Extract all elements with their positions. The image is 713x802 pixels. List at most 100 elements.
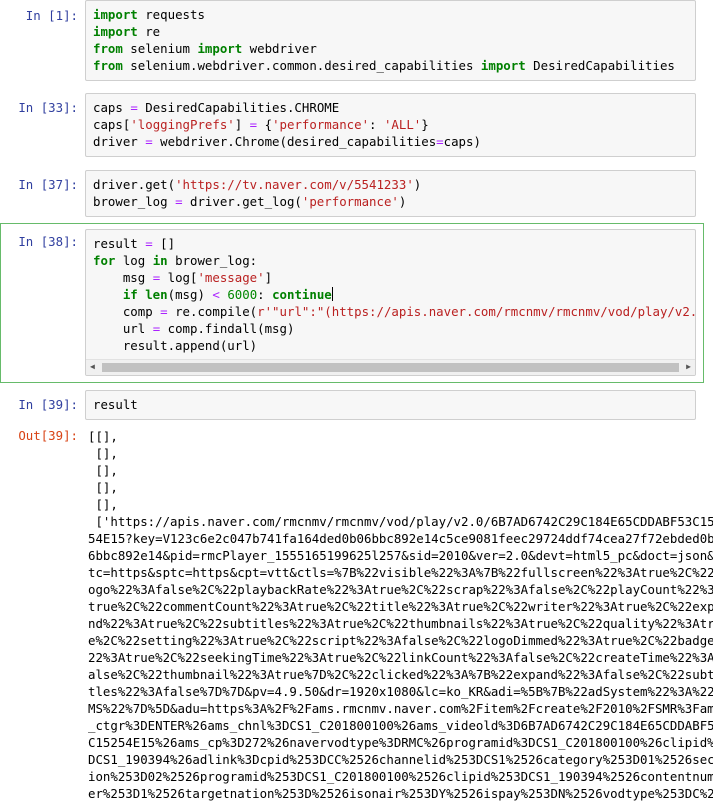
code-token: result [93, 397, 138, 412]
code-token: webdriver [242, 41, 317, 56]
code-token: selenium.webdriver.common.desired_capabi… [122, 58, 481, 73]
output-line: true%2C%22commentCount%22%3Atrue%2C%22ti… [88, 599, 713, 614]
output-line: [], [88, 497, 118, 512]
input-prompt: In [37]: [18, 177, 78, 192]
code-token: : [257, 287, 273, 302]
code-token: driver.get( [93, 177, 176, 192]
code-editor[interactable]: result [85, 390, 696, 420]
cell-output: [[], [], [], [], [], ['https://apis.nave… [88, 428, 713, 802]
code-token: 'performance' [272, 117, 370, 132]
output-line: ['https://apis.naver.com/rmcnmv/rmcnmv/v… [88, 514, 713, 529]
code-line: brower_log = driver.get_log('performance… [93, 193, 695, 210]
code-token: comp.findall(msg) [160, 321, 295, 336]
output-line: 22%3Atrue%2C%22seekingTime%22%3Atrue%2C%… [88, 650, 713, 665]
code-token: ) [398, 194, 407, 209]
code-token: r'"url":"(https://apis.naver.com/rmcnmv/… [257, 304, 696, 319]
output-line: nd%22%3Atrue%2C%22subtitles%22%3Atrue%2C… [88, 616, 713, 631]
code-line: result [93, 396, 695, 413]
code-token: [] [152, 236, 176, 251]
code-token: 6000 [227, 287, 258, 302]
code-token: import [480, 58, 526, 73]
code-line: import requests [93, 6, 695, 23]
code-token: for [93, 253, 116, 268]
code-token: comp [93, 304, 161, 319]
scroll-right-arrow-icon[interactable]: ▶ [686, 362, 691, 372]
code-token: from [93, 58, 123, 73]
code-line: from selenium.webdriver.common.desired_c… [93, 57, 695, 74]
code-line: driver = webdriver.Chrome(desired_capabi… [93, 133, 695, 150]
code-token: log [115, 253, 153, 268]
code-text[interactable]: result [86, 391, 695, 413]
scroll-left-arrow-icon[interactable]: ◀ [90, 362, 95, 372]
code-token: driver.get_log( [182, 194, 302, 209]
code-token: driver [93, 134, 146, 149]
code-token: DesiredCapabilities.CHROME [137, 100, 340, 115]
output-line: ogo%22%3Afalse%2C%22playbackRate%22%3Atr… [88, 582, 713, 597]
code-editor[interactable]: driver.get('https://tv.naver.com/v/55412… [85, 170, 696, 217]
scrollbar-thumb[interactable] [102, 363, 679, 372]
code-token: = [160, 304, 168, 319]
code-token: < [212, 287, 220, 302]
code-token: brower_log [93, 194, 176, 209]
code-cell-5[interactable]: In [39]: result [0, 389, 713, 421]
code-token: } [421, 117, 429, 132]
code-token: import [93, 7, 138, 22]
code-line: driver.get('https://tv.naver.com/v/55412… [93, 176, 695, 193]
code-token: caps) [443, 134, 481, 149]
code-line: for log in brower_log: [93, 252, 695, 269]
output-line: alse%2C%22thumbnail%22%3Atrue%7D%2C%22cl… [88, 667, 713, 682]
output-line: 54E15?key=V123c6e2c047b741fa164ded0b06bb… [88, 531, 713, 546]
code-token: re [137, 24, 161, 39]
code-editor[interactable]: caps = DesiredCapabilities.CHROME caps['l… [85, 93, 696, 157]
code-token: from [93, 41, 123, 56]
code-token: ) [413, 177, 422, 192]
output-line: _ctgr%3DENTER%26ams_chnl%3DCS1_C20180010… [88, 718, 713, 733]
code-token: { [257, 117, 273, 132]
code-token: 'https://tv.naver.com/v/5541233' [175, 177, 414, 192]
output-line: [[], [88, 429, 118, 444]
output-line: [], [88, 480, 118, 495]
output-line: ion%253D02%2526programid%253DCS1_C201800… [88, 769, 713, 784]
input-prompt: In [38]: [18, 234, 78, 249]
code-line: from selenium import webdriver [93, 40, 695, 57]
code-token: ] [264, 270, 273, 285]
code-line: caps['loggingPrefs'] = {'performance': '… [93, 116, 695, 133]
code-token: 'message' [197, 270, 265, 285]
code-line: comp = re.compile(r'"url":"(https://apis… [93, 303, 695, 320]
output-line: C15254E15%26ams_cp%3D272%26navervodtype%… [88, 735, 713, 750]
code-token: result [93, 236, 146, 251]
selected-code-cell[interactable]: In [38]: result = [] for log in brower_lo… [0, 223, 704, 383]
code-token: if [122, 287, 138, 302]
code-token: caps [93, 100, 131, 115]
code-text[interactable]: caps = DesiredCapabilities.CHROME caps['l… [86, 94, 695, 150]
horizontal-scrollbar[interactable]: ◀ ▶ [86, 359, 695, 375]
output-line: [], [88, 463, 118, 478]
code-token: ] [234, 117, 250, 132]
code-token: : [369, 117, 384, 132]
code-line: if len(msg) < 6000: continue [93, 286, 695, 303]
code-token: len [137, 287, 168, 302]
code-token: = [130, 100, 138, 115]
input-prompt: In [1]: [25, 8, 78, 23]
code-cell-1[interactable]: In [1]: import requests import re from sel… [0, 0, 713, 86]
output-line: er%253D1%2526targetnation%253D%2526isona… [88, 786, 713, 801]
code-token: requests [137, 7, 205, 22]
code-editor[interactable]: import requests import re from selenium im… [85, 0, 696, 81]
code-line: url = comp.findall(msg) [93, 320, 695, 337]
code-text[interactable]: result = [] for log in brower_log: msg = … [86, 230, 695, 354]
code-token: import [197, 41, 243, 56]
code-token: 'loggingPrefs' [130, 117, 235, 132]
code-text[interactable]: driver.get('https://tv.naver.com/v/55412… [86, 171, 695, 210]
code-line: msg = log['message'] [93, 269, 695, 286]
code-token: caps[ [93, 117, 131, 132]
code-cell-2[interactable]: In [33]: caps = DesiredCapabilities.CHRO… [0, 92, 713, 158]
input-prompt: In [33]: [18, 100, 78, 115]
output-line: 6bbc892e14&pid=rmcPlayer_1555165199625l2… [88, 548, 713, 563]
code-editor[interactable]: result = [] for log in brower_log: msg = … [85, 229, 696, 376]
code-line: caps = DesiredCapabilities.CHROME [93, 99, 695, 116]
output-line: [], [88, 446, 118, 461]
code-text[interactable]: import requests import re from selenium im… [86, 1, 695, 74]
code-cell-3[interactable]: In [37]: driver.get('https://tv.naver.co… [0, 169, 713, 219]
code-token: = [145, 134, 153, 149]
